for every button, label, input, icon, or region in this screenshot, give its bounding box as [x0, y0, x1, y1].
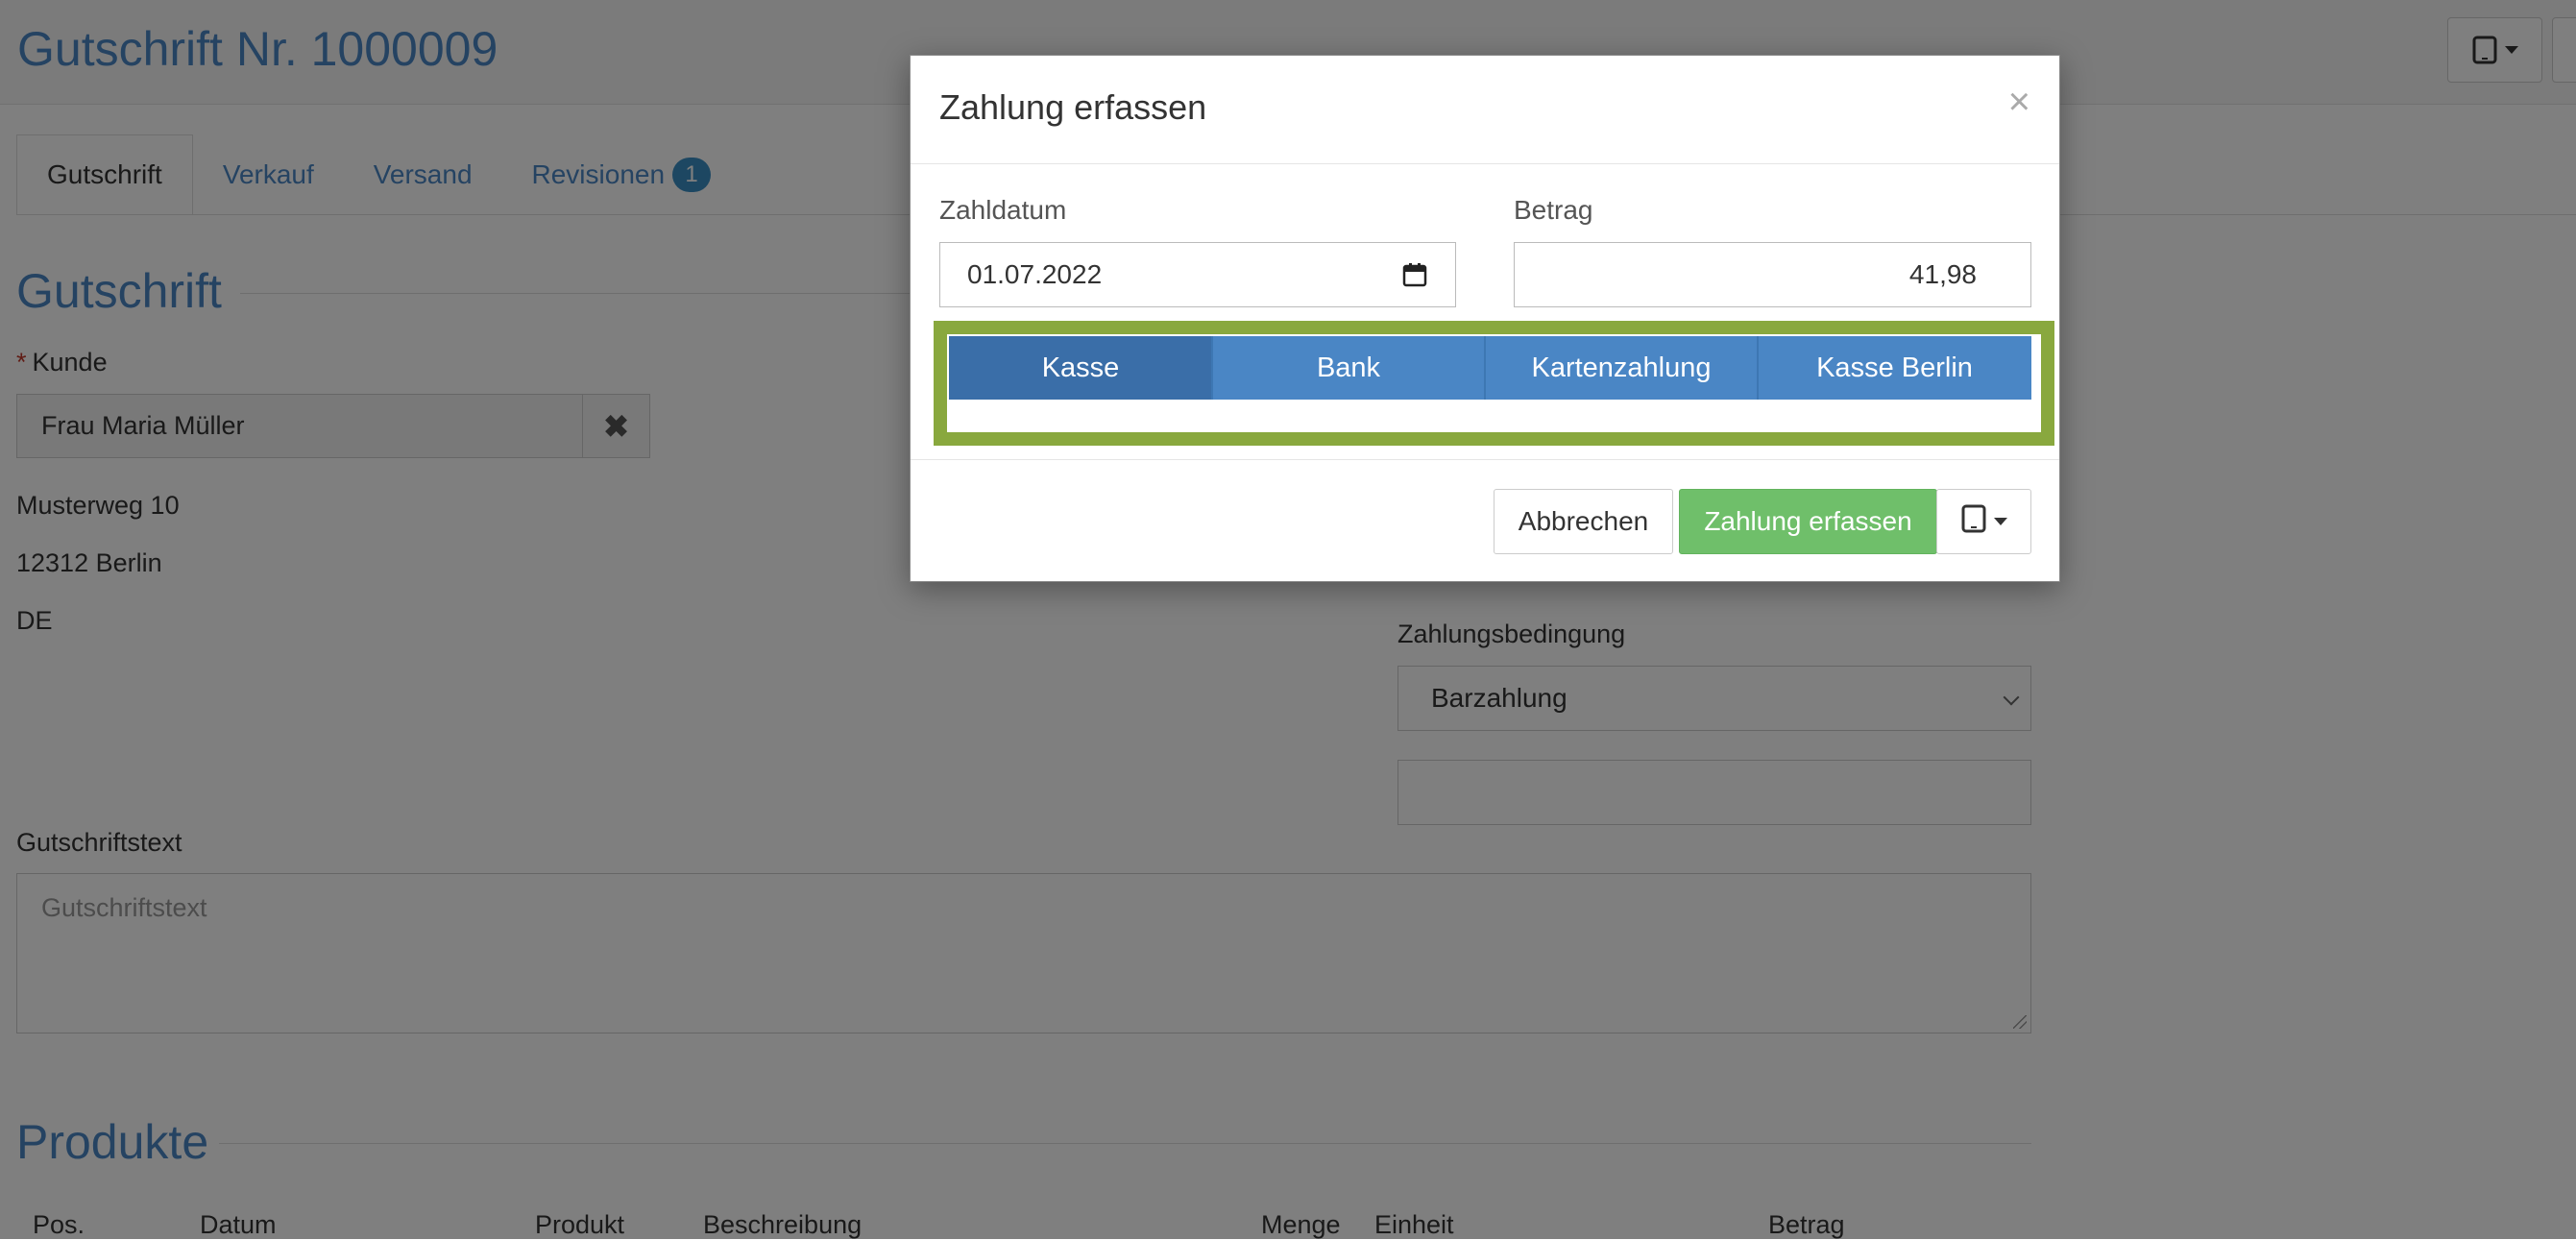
submit-payment-button[interactable]: Zahlung erfassen [1679, 489, 1937, 554]
amount-value: 41,98 [1908, 259, 1977, 289]
account-option-kasse[interactable]: Kasse [949, 336, 1212, 400]
dialog-header: Zahlung erfassen × [911, 56, 2059, 164]
payment-date-value: 01.07.2022 [967, 259, 1103, 289]
calendar-icon[interactable] [1401, 261, 1428, 295]
payment-dialog: Zahlung erfassen × Zahldatum 01.07.2022 … [910, 55, 2060, 582]
dialog-footer-divider [911, 459, 2059, 460]
caret-down-icon [1993, 518, 2007, 525]
amount-input[interactable]: 41,98 [1514, 242, 2031, 307]
segment-divider [1484, 336, 1486, 400]
tablet-icon [1961, 504, 1986, 540]
account-option-bank[interactable]: Bank [1212, 336, 1485, 400]
account-option-kasse-berlin[interactable]: Kasse Berlin [1758, 336, 2031, 400]
amount-label: Betrag [1514, 195, 1593, 225]
cancel-button[interactable]: Abbrechen [1494, 489, 1673, 554]
dialog-title: Zahlung erfassen [939, 87, 1207, 127]
device-dropdown-button[interactable] [1936, 489, 2031, 554]
segment-divider [1211, 336, 1213, 400]
segment-divider [1757, 336, 1759, 400]
account-option-kartenzahlung[interactable]: Kartenzahlung [1485, 336, 1758, 400]
close-icon[interactable]: × [2008, 81, 2030, 124]
payment-date-label: Zahldatum [939, 195, 1067, 225]
payment-date-input[interactable]: 01.07.2022 [939, 242, 1456, 307]
